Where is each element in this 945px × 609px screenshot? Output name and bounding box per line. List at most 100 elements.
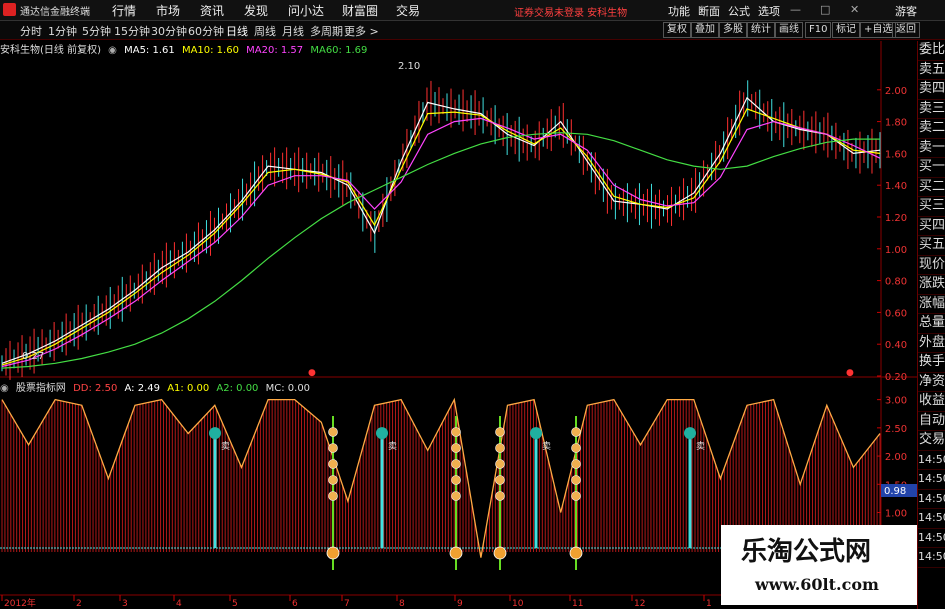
panel-item: 14:50	[918, 490, 945, 509]
x-tick-label: 8	[399, 599, 405, 609]
y-tick-label: 1.40	[885, 181, 907, 192]
x-tick-label: 10	[512, 599, 524, 609]
low-price-label: 0.27	[22, 351, 44, 362]
ma-line-ma20	[1, 117, 881, 368]
buy-bead-icon	[495, 427, 505, 437]
site-watermark: 乐淘公式网 www.60lt.com	[721, 525, 917, 605]
ma-line-ma10	[1, 108, 881, 366]
panel-item: 买五	[918, 236, 945, 256]
sell-signal-label: 卖	[388, 441, 397, 452]
buy-bead-icon	[571, 475, 581, 485]
event-marker: ●	[846, 368, 854, 378]
high-price-label: 2.10	[398, 61, 420, 72]
x-tick-label: 3	[122, 599, 128, 609]
panel-item: 买一	[918, 158, 945, 178]
panel-item: 14:50	[918, 529, 945, 548]
panel-item: 卖一	[918, 139, 945, 158]
ma-line-ma60	[1, 132, 880, 369]
y-tick-label: 0.80	[885, 277, 907, 288]
panel-item: 涨跌	[918, 275, 945, 295]
panel-item: 买二	[918, 178, 945, 197]
panel-item: 现价	[918, 256, 945, 275]
panel-item: 收益	[918, 392, 945, 412]
buy-bead-icon	[451, 475, 461, 485]
panel-item: 14:50	[918, 470, 945, 490]
ma-line-ma5	[1, 96, 881, 364]
buy-bead-icon	[571, 427, 581, 437]
panel-item: 净资	[918, 373, 945, 392]
ind-y-tick-label: 2.00	[885, 452, 907, 463]
panel-item: 卖三	[918, 100, 945, 119]
panel-item: 总量	[918, 314, 945, 334]
panel-item: 14:50	[918, 451, 945, 470]
panel-item: 买三	[918, 197, 945, 217]
ind-y-tick-label: 2.50	[885, 424, 907, 435]
panel-item: 委比	[918, 41, 945, 61]
watermark-title: 乐淘公式网	[741, 537, 872, 567]
buy-bead-icon	[328, 459, 338, 469]
buy-bead-icon	[495, 443, 505, 453]
x-tick-label: 5	[232, 599, 238, 609]
x-tick-label: 4	[176, 599, 182, 609]
sell-signal-icon	[684, 427, 696, 440]
buy-bead-icon	[571, 491, 581, 501]
panel-item: 自动	[918, 412, 945, 431]
x-tick-label: 9	[457, 599, 463, 609]
y-tick-label: 0.20	[885, 372, 907, 383]
panel-item: 14:50	[918, 548, 945, 568]
panel-item: 买四	[918, 217, 945, 236]
x-tick-label: 7	[344, 599, 350, 609]
y-tick-label: 0.40	[885, 340, 907, 351]
panel-item: 外盘	[918, 334, 945, 353]
panel-item: 卖四	[918, 80, 945, 100]
buy-bead-icon	[571, 443, 581, 453]
buy-bead-icon	[451, 459, 461, 469]
quote-side-panel: 委比 卖五 卖四 卖三 卖二 卖一 买一 买二 买三 买四 买五 现价 涨跌 涨幅 总量 外盘 换手 净资 收益 自动…	[917, 41, 945, 609]
sell-signal-label: 卖	[221, 441, 230, 452]
buy-bead-icon	[451, 443, 461, 453]
buy-bead-icon	[328, 491, 338, 501]
buy-bead-icon	[495, 491, 505, 501]
buy-signal-icon	[449, 546, 463, 560]
x-tick-label: 11	[572, 599, 583, 609]
buy-signal-icon	[569, 546, 583, 560]
buy-bead-icon	[451, 491, 461, 501]
buy-bead-icon	[328, 443, 338, 453]
ind-y-tick-label: 1.00	[885, 509, 907, 520]
y-tick-label: 0.60	[885, 308, 907, 319]
x-tick-label: 2	[76, 599, 82, 609]
panel-item: 交易	[918, 431, 945, 451]
x-tick-label: 6	[292, 599, 298, 609]
sell-signal-label: 卖	[542, 441, 551, 452]
buy-bead-icon	[495, 475, 505, 485]
sell-signal-label: 卖	[696, 441, 705, 452]
buy-bead-icon	[571, 459, 581, 469]
chart-canvas[interactable]: 2.00 1.80 1.60 1.40 1.20 1.00 0.80 0.60 0.40 0.20…	[0, 0, 917, 609]
y-tick-label: 1.00	[885, 245, 907, 256]
buy-bead-icon	[495, 459, 505, 469]
sell-signal-icon	[376, 427, 388, 440]
buy-bead-icon	[328, 475, 338, 485]
buy-signal-icon	[326, 546, 340, 560]
y-tick-label: 1.20	[885, 213, 907, 224]
panel-item: 14:50	[918, 509, 945, 529]
x-tick-label: 1	[706, 599, 712, 609]
panel-item: 卖五	[918, 61, 945, 80]
event-marker: ●	[308, 368, 316, 378]
sell-signal-icon	[209, 427, 221, 440]
watermark-url: www.60lt.com	[755, 575, 879, 594]
y-tick-label: 1.80	[885, 118, 907, 129]
panel-item: 卖二	[918, 119, 945, 139]
ind-y-tick-label: 3.00	[885, 396, 907, 407]
y-tick-label: 1.60	[885, 149, 907, 160]
sell-signal-icon	[530, 427, 542, 440]
panel-item: 涨幅	[918, 295, 945, 314]
current-value-text: 0.98	[884, 486, 906, 497]
buy-signal-icon	[493, 546, 507, 560]
x-tick-label: 12	[634, 599, 645, 609]
buy-bead-icon	[328, 427, 338, 437]
panel-item: 换手	[918, 353, 945, 373]
buy-bead-icon	[451, 427, 461, 437]
y-tick-label: 2.00	[885, 86, 907, 97]
x-tick-label: 2012年	[4, 597, 36, 609]
